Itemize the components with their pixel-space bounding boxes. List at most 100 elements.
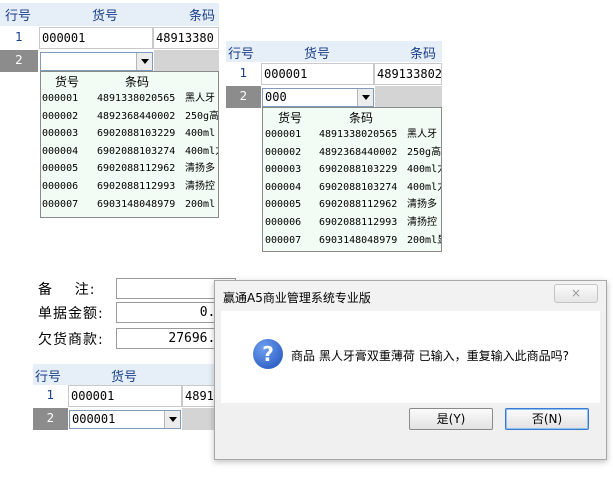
code-combo[interactable]: 000001 xyxy=(69,410,181,429)
dropdown-cell-code: 000005 xyxy=(42,163,79,175)
close-button[interactable]: × xyxy=(554,284,598,303)
dropdown-row[interactable]: 000001 4891338020565 黑人牙 xyxy=(41,90,218,107)
dropdown-cell-barcode: 6902088112962 xyxy=(319,199,398,211)
dialog-titlebar[interactable]: 赢通A5商业管理系统专业版 × xyxy=(215,281,606,311)
dropdown-header-barcode: 条码 xyxy=(349,111,374,125)
dropdown-cell-barcode: 6902088103229 xyxy=(319,164,398,176)
barcode-cell[interactable]: 48913380 xyxy=(153,27,219,49)
chevron-down-icon[interactable] xyxy=(136,53,152,70)
dropdown-row[interactable]: 000004 6902088103274 400ml力 xyxy=(263,179,441,196)
col-header-barcode: 条码 xyxy=(189,9,216,24)
code-cell[interactable]: 000001 xyxy=(68,385,182,407)
confirm-dialog: 赢通A5商业管理系统专业版 × ? 商品 黑人牙膏双重薄荷 已输入，重复输入此商… xyxy=(214,280,607,460)
dialog-message: 商品 黑人牙膏双重薄荷 已输入，重复输入此商品吗? xyxy=(291,349,570,363)
dropdown-cell-barcode: 6902088103229 xyxy=(97,128,176,140)
dropdown-cell-barcode: 6903148048979 xyxy=(97,198,176,210)
dialog-title: 赢通A5商业管理系统专业版 xyxy=(223,291,371,305)
code-combo[interactable] xyxy=(40,52,153,71)
dialog-body: ? 商品 黑人牙膏双重薄荷 已输入，重复输入此商品吗? xyxy=(221,311,600,403)
dropdown-cell-name: 400ml力 xyxy=(185,145,218,157)
chevron-down-icon[interactable] xyxy=(164,411,180,428)
col-header-row: 行号 xyxy=(35,370,62,385)
dropdown-cell-barcode: 4892368440002 xyxy=(97,110,176,122)
dropdown-cell-name: 200ml xyxy=(185,198,216,210)
dropdown-list-b[interactable]: 货号 条码 000001 4891338020565 黑人牙 000002 489236… xyxy=(262,107,442,252)
dropdown-cell-code: 000002 xyxy=(42,110,79,122)
dropdown-row[interactable]: 000001 4891338020565 黑人牙 xyxy=(263,126,441,143)
dropdown-row[interactable]: 000005 6902088112962 清扬多 xyxy=(263,196,441,213)
dropdown-cell-code: 000007 xyxy=(265,234,302,246)
code-cell[interactable]: 000001 xyxy=(39,27,153,49)
debt-label: 欠货商款: xyxy=(38,332,104,348)
combo-value: 000001 xyxy=(72,412,116,426)
col-header-code: 货号 xyxy=(92,9,119,24)
dropdown-cell-name: 400ml力 xyxy=(407,164,441,176)
dropdown-cell-code: 000003 xyxy=(42,128,79,140)
barcode-cell-empty xyxy=(154,50,219,72)
dropdown-cell-barcode: 6902088112993 xyxy=(319,217,398,228)
dropdown-row[interactable]: 000006 6902088112993 清扬控 xyxy=(263,214,441,231)
no-button[interactable]: 否(N) xyxy=(505,408,589,430)
dropdown-cell-name: 清扬多 xyxy=(407,199,437,211)
dropdown-cell-name: 清扬多 xyxy=(185,163,215,175)
dropdown-cell-code: 000006 xyxy=(265,217,302,228)
dropdown-header-code: 货号 xyxy=(278,111,303,125)
dropdown-cell-barcode: 6902088112993 xyxy=(97,181,176,192)
row-number: 2 xyxy=(226,86,261,108)
dropdown-row[interactable]: 000007 6903148048979 200ml显 xyxy=(263,232,441,249)
code-combo[interactable]: 000 xyxy=(262,88,374,107)
dropdown-cell-name: 清扬控 xyxy=(185,181,215,192)
remark-label: 备 注: xyxy=(38,282,96,298)
dropdown-cell-name: 200ml显 xyxy=(407,234,441,246)
dropdown-cell-name: 黑人牙 xyxy=(407,129,437,140)
dropdown-row[interactable]: 000007 6903148048979 200ml xyxy=(41,196,218,213)
col-header-code: 货号 xyxy=(304,47,331,62)
dropdown-cell-name: 250g高 xyxy=(407,146,442,158)
dropdown-cell-barcode: 4892368440002 xyxy=(319,146,398,158)
code-cell[interactable]: 000001 xyxy=(261,63,374,85)
dropdown-cell-name: 黑人牙 xyxy=(185,93,215,104)
dropdown-row[interactable]: 000003 6902088103229 400ml xyxy=(41,125,218,142)
dropdown-cell-barcode: 4891338020565 xyxy=(97,93,176,104)
grid-header-a: 行号 货号 条码 xyxy=(0,3,219,26)
question-icon: ? xyxy=(253,339,283,369)
dropdown-row[interactable]: 000006 6902088112993 清扬控 xyxy=(41,178,218,195)
dropdown-cell-code: 000006 xyxy=(42,181,79,192)
dropdown-cell-code: 000001 xyxy=(265,129,302,140)
dropdown-cell-code: 000002 xyxy=(265,146,302,158)
dropdown-cell-barcode: 6903148048979 xyxy=(319,234,398,246)
dropdown-cell-barcode: 6902088103274 xyxy=(97,145,176,157)
dropdown-cell-barcode: 6902088103274 xyxy=(319,181,398,193)
dropdown-cell-name: 400ml力 xyxy=(407,181,441,193)
dropdown-cell-name: 清扬控 xyxy=(407,217,437,228)
dropdown-header-code: 货号 xyxy=(55,75,80,89)
col-header-row: 行号 xyxy=(5,9,32,24)
col-header-code: 货号 xyxy=(111,370,138,385)
dropdown-header-barcode: 条码 xyxy=(125,75,150,89)
dropdown-row[interactable]: 000005 6902088112962 清扬多 xyxy=(41,160,218,177)
col-header-barcode: 条码 xyxy=(410,47,437,62)
grid-header-c: 行号 货号 xyxy=(33,364,233,385)
dropdown-cell-barcode: 4891338020565 xyxy=(319,129,398,140)
col-header-row: 行号 xyxy=(228,47,255,62)
row-number: 2 xyxy=(0,50,38,72)
yes-button[interactable]: 是(Y) xyxy=(409,408,493,430)
row-number: 1 xyxy=(226,63,261,85)
dropdown-cell-code: 000007 xyxy=(42,198,79,210)
dropdown-cell-code: 000005 xyxy=(265,199,302,211)
dropdown-row[interactable]: 000002 4892368440002 250g高 xyxy=(263,144,441,161)
grid-header-b: 行号 货号 条码 xyxy=(226,41,442,62)
barcode-cell-empty xyxy=(375,86,442,108)
row-number: 1 xyxy=(0,27,38,49)
dropdown-row[interactable]: 000003 6902088103229 400ml力 xyxy=(263,161,441,178)
dropdown-row[interactable]: 000004 6902088103274 400ml力 xyxy=(41,143,218,160)
dropdown-cell-name: 400ml xyxy=(185,128,216,140)
dropdown-row[interactable]: 000002 4892368440002 250g高 xyxy=(41,108,218,125)
dropdown-cell-code: 000004 xyxy=(42,145,79,157)
dropdown-list-a[interactable]: 货号 条码 000001 4891338020565 黑人牙 000002 489236… xyxy=(40,71,219,218)
dropdown-cell-barcode: 6902088112962 xyxy=(97,163,176,175)
dropdown-cell-code: 000004 xyxy=(265,181,302,193)
barcode-cell[interactable]: 489133802 xyxy=(374,63,442,85)
chevron-down-icon[interactable] xyxy=(357,89,373,106)
dropdown-cell-code: 000003 xyxy=(265,164,302,176)
